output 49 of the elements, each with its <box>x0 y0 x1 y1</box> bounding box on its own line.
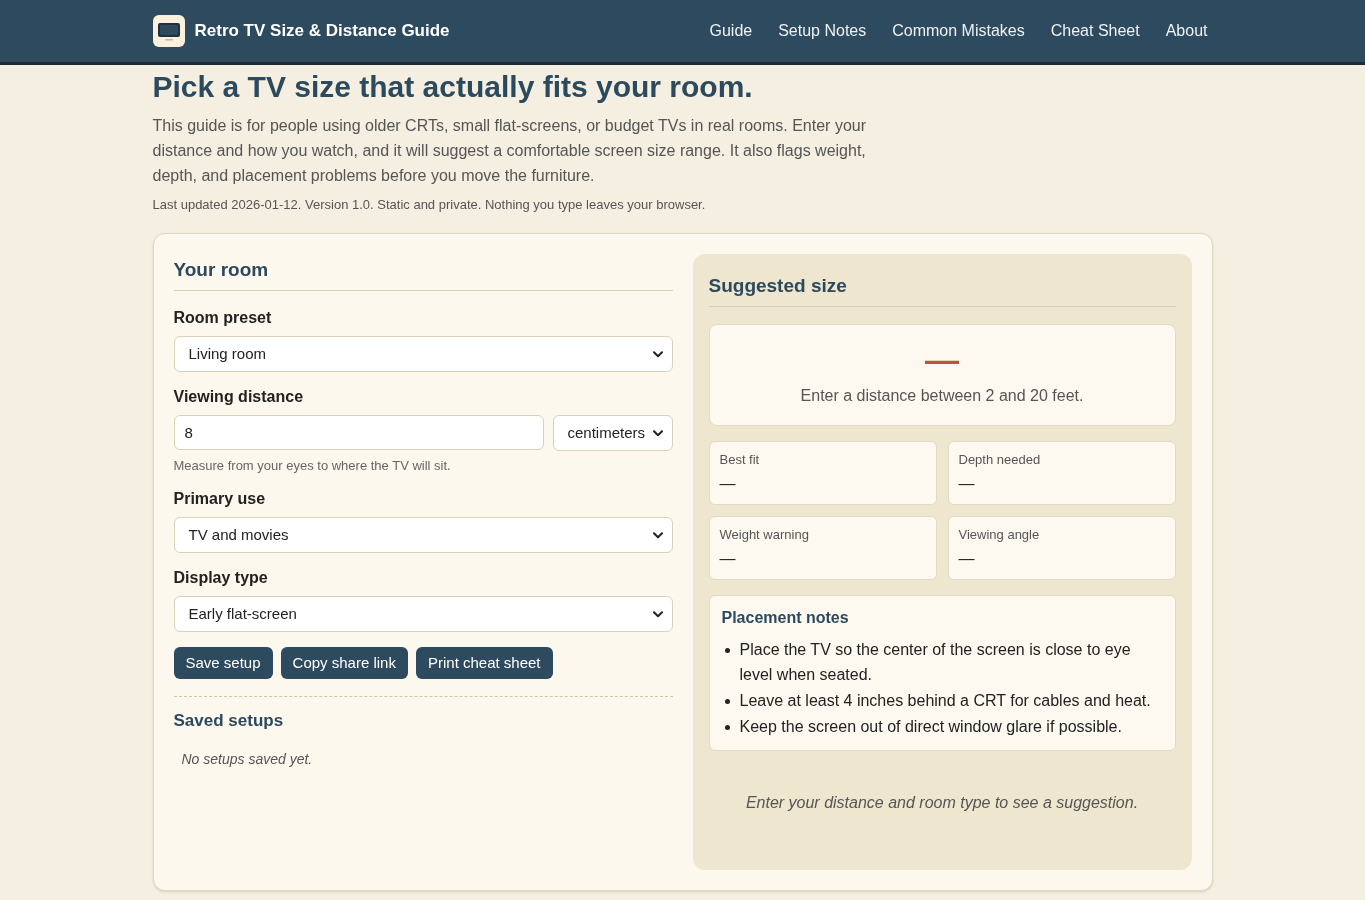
notes-heading: Placement notes <box>721 608 850 628</box>
note-text: Place the TV so the center of the screen is close to eye level when seated. <box>739 640 1132 685</box>
note-text: Keep the screen out of direct window glare if possible. <box>739 717 1122 737</box>
stat-label: Depth needed <box>958 452 1042 468</box>
nav-link[interactable]: Guide <box>709 19 753 43</box>
unit-select[interactable]: centimeters <box>552 415 673 451</box>
tv-logo-icon <box>152 15 185 47</box>
select-field[interactable]: Living room <box>173 336 673 372</box>
stat-label: Weight warning <box>719 527 810 543</box>
stat-value: — <box>958 474 976 494</box>
nav-link[interactable]: Cheat Sheet <box>1050 19 1140 43</box>
page-heading: Pick a TV size that actually fits your room. <box>152 69 754 105</box>
empty-state-text: No setups saved yet. <box>181 750 314 769</box>
action-button[interactable]: Print cheat sheet <box>415 647 553 679</box>
chevron-down-icon <box>652 350 663 358</box>
stat-label: Viewing angle <box>958 527 1041 543</box>
nav-link[interactable]: About <box>1165 19 1208 43</box>
stat-value: — <box>719 474 737 494</box>
section-heading: Suggested size <box>708 274 1176 307</box>
chevron-down-icon <box>652 610 663 618</box>
field-label: Viewing distance <box>173 387 305 407</box>
select-field[interactable]: TV and movies <box>173 517 673 553</box>
saved-heading: Saved setups <box>173 710 285 732</box>
bullet-icon <box>724 648 730 653</box>
action-button[interactable]: Copy share link <box>280 647 408 679</box>
intro-paragraph: This guide is for people using older CRTs, small flat-screens, or budget TVs in real rooms. Enter your distance and how you watch, and it will suggest a comfortable screen size range. It also flags weight, depth, and placement problems before you move the furniture. <box>152 116 867 186</box>
section-heading: Your room <box>173 258 673 291</box>
nav-link[interactable]: Setup Notes <box>778 19 867 43</box>
bullet-icon <box>724 725 730 730</box>
select-field[interactable]: Early flat-screen <box>173 596 673 632</box>
note-text: Leave at least 4 inches behind a CRT for cables and heat. <box>739 691 1151 711</box>
update-note: Last updated 2026-01-12. Version 1.0. Static and private. Nothing you type leaves your browser. <box>152 197 707 213</box>
chevron-down-icon <box>652 429 663 437</box>
chevron-down-icon <box>652 531 663 539</box>
bullet-icon <box>724 699 730 704</box>
result-value: — <box>925 342 959 376</box>
stat-value: — <box>719 549 737 569</box>
stat-label: Best fit <box>719 452 761 468</box>
suggestion-hint: Enter your distance and room type to see a suggestion. <box>745 792 1139 813</box>
distance-input[interactable]: 8 <box>173 415 544 450</box>
field-label: Room preset <box>173 308 273 328</box>
stat-value: — <box>958 549 976 569</box>
nav-link[interactable]: Common Mistakes <box>892 19 1025 43</box>
action-button[interactable]: Save setup <box>173 647 273 679</box>
site-title: Retro TV Size & Distance Guide <box>194 20 450 43</box>
field-label: Display type <box>173 568 269 588</box>
result-message: Enter a distance between 2 and 20 feet. <box>800 386 1084 406</box>
field-hint: Measure from your eyes to where the TV will sit. <box>173 458 452 474</box>
field-label: Primary use <box>173 489 267 509</box>
